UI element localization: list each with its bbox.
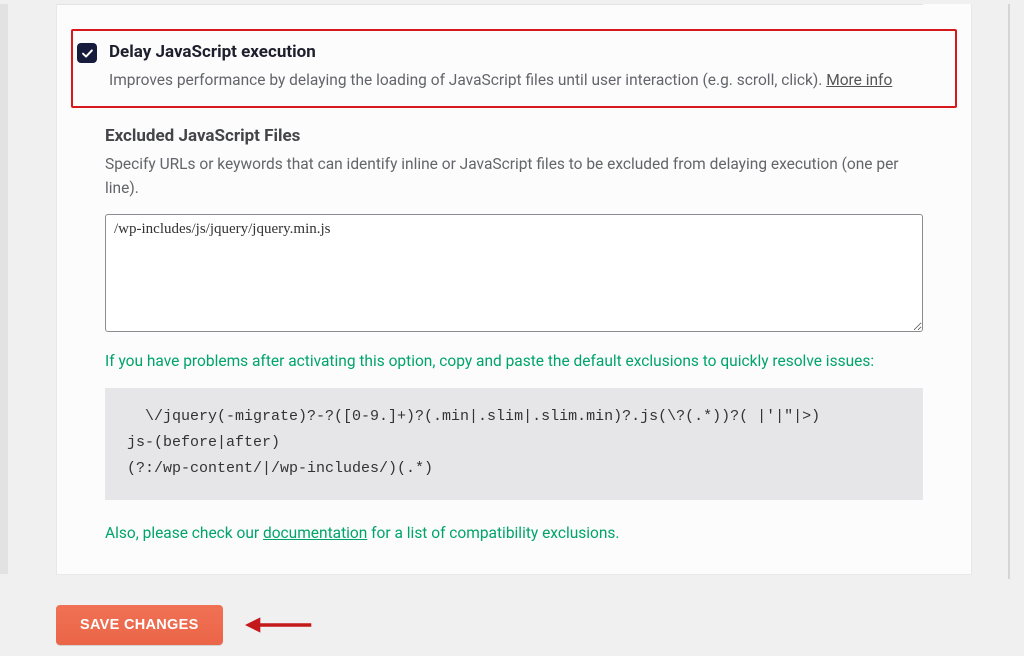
excluded-description: Specify URLs or keywords that can identi…: [105, 152, 923, 200]
left-rail-decor: [0, 4, 8, 574]
delay-js-checkbox[interactable]: [77, 43, 97, 63]
arrow-left-icon: [245, 612, 313, 638]
page-wrap: Delay JavaScript execution Improves perf…: [0, 4, 1024, 645]
excluded-title: Excluded JavaScript Files: [105, 126, 923, 146]
excluded-section: Excluded JavaScript Files Specify URLs o…: [105, 126, 923, 542]
top-divider: [57, 4, 923, 5]
save-row: SAVE CHANGES: [56, 605, 1024, 645]
arrow-annotation: [245, 612, 313, 638]
setting-desc-text: Improves performance by delaying the loa…: [109, 71, 826, 89]
settings-panel: Delay JavaScript execution Improves perf…: [56, 4, 972, 575]
excluded-files-textarea[interactable]: [105, 214, 923, 332]
delay-js-setting: Delay JavaScript execution Improves perf…: [71, 29, 957, 108]
doc-line-suffix: for a list of compatibility exclusions.: [367, 524, 619, 542]
checkmark-icon: [81, 47, 94, 60]
documentation-link[interactable]: documentation: [263, 524, 367, 542]
more-info-link[interactable]: More info: [826, 71, 892, 89]
setting-description: Improves performance by delaying the loa…: [109, 69, 892, 92]
delay-js-text: Delay JavaScript execution Improves perf…: [109, 41, 892, 92]
setting-title: Delay JavaScript execution: [109, 41, 892, 63]
doc-line-prefix: Also, please check our: [105, 524, 263, 542]
hint-text: If you have problems after activating th…: [105, 350, 923, 373]
right-rail-decor: [1008, 4, 1010, 579]
save-changes-button[interactable]: SAVE CHANGES: [56, 605, 223, 645]
documentation-line: Also, please check our documentation for…: [105, 524, 923, 542]
default-exclusions-code: \/jquery(-migrate)?-?([0-9.]+)?(.min|.sl…: [105, 388, 923, 501]
